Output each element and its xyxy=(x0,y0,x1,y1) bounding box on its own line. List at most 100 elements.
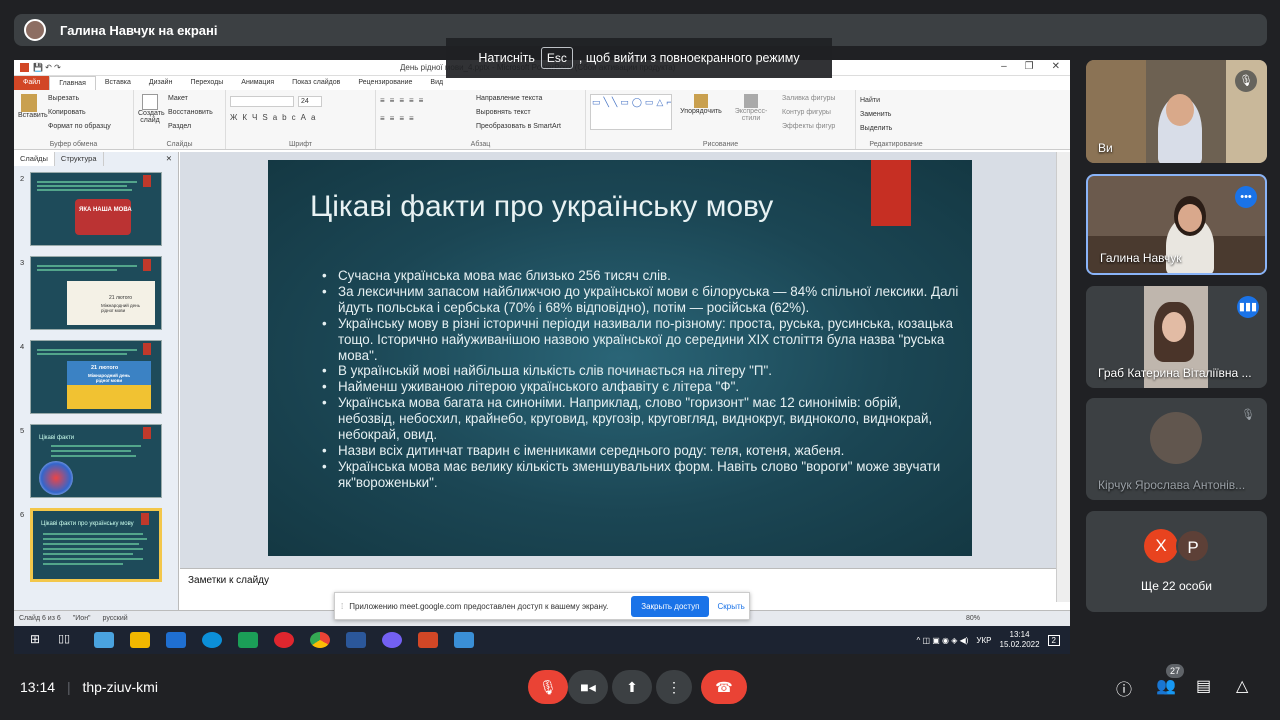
windows-start-icon[interactable]: ⊞ xyxy=(30,632,42,648)
mic-off-button[interactable]: 🎙 xyxy=(528,670,568,704)
more-options-icon[interactable]: ••• xyxy=(1235,186,1257,208)
theme-name: "Ион" xyxy=(72,615,91,622)
section-button[interactable]: Раздел xyxy=(168,120,213,134)
slide-counter: Слайд 6 из 6 xyxy=(19,615,61,622)
tab-transitions[interactable]: Переходы xyxy=(181,76,232,90)
quick-access-icon[interactable]: 💾 ↶ ↷ xyxy=(33,63,61,72)
participant-tile[interactable]: 🎙 Кірчук Ярослава Антонів... xyxy=(1086,398,1267,500)
shape-effects-button[interactable]: Эффекты фигур xyxy=(782,120,835,134)
zoom-level[interactable]: 80% xyxy=(966,615,980,622)
align-icons[interactable]: ≡≡≡≡ xyxy=(380,114,419,123)
info-icon[interactable]: ⓘ xyxy=(1116,676,1132,700)
more-options-button[interactable]: ⋮ xyxy=(656,670,692,704)
viber-icon[interactable] xyxy=(382,632,402,648)
slide-thumb[interactable]: 4 21 лютого Міжнародний день рідної мови xyxy=(14,340,174,418)
slide-thumb[interactable]: 3 21 лютого Міжнародний день рідної мови xyxy=(14,256,174,334)
app-icon[interactable] xyxy=(94,632,114,648)
tab-outline[interactable]: Структура xyxy=(55,152,104,166)
meeting-time-code: 13:14 | thp-ziuv-kmi xyxy=(20,679,158,695)
tab-view[interactable]: Вид xyxy=(421,76,452,90)
vertical-scrollbar[interactable] xyxy=(1056,152,1070,602)
tab-insert[interactable]: Вставка xyxy=(96,76,140,90)
more-participants-tile[interactable]: Х Р Ще 22 особи xyxy=(1086,511,1267,612)
smartart-button[interactable]: Преобразовать в SmartArt xyxy=(476,120,561,134)
explorer-icon[interactable] xyxy=(130,632,150,648)
minimize-icon[interactable]: – xyxy=(1001,61,1007,72)
present-button[interactable]: ⬆ xyxy=(612,670,652,704)
mail-icon[interactable] xyxy=(166,632,186,648)
opera-icon[interactable] xyxy=(274,632,294,648)
participant-tile-self[interactable]: 🎙 Ви xyxy=(1086,60,1267,163)
slide-thumb-selected[interactable]: 6 Цікаві факти про українську мову xyxy=(14,508,174,586)
language-indicator[interactable]: русский xyxy=(103,615,128,622)
copy-button[interactable]: Копировать xyxy=(48,106,111,120)
maximize-icon[interactable]: ❐ xyxy=(1025,61,1034,72)
thumb-text: Цікаві факти xyxy=(39,435,75,441)
shapes-gallery[interactable]: ▭╲╲▭◯▭△⌐⌐⌐↳⇨△⇩⌐◯⌐⌐ xyxy=(590,94,672,130)
current-slide[interactable]: Цікаві факти про українську мову Сучасна… xyxy=(268,160,972,556)
people-icon[interactable]: 👥 xyxy=(1156,676,1176,696)
tab-design[interactable]: Дизайн xyxy=(140,76,182,90)
quick-styles-button[interactable]: Экспресс-стили xyxy=(726,108,776,122)
photos-icon[interactable] xyxy=(454,632,474,648)
list-icons[interactable]: ≡≡≡≡≡ xyxy=(380,96,428,105)
font-size-input[interactable]: 24 xyxy=(298,96,322,107)
close-pane-icon[interactable]: ✕ xyxy=(160,152,178,166)
store-icon[interactable] xyxy=(238,632,258,648)
slide-thumb[interactable]: 5 Цікаві факти xyxy=(14,424,174,502)
select-button[interactable]: Выделить xyxy=(860,122,932,136)
slide-title: Цікаві факти про українську мову xyxy=(310,190,774,223)
font-name-input[interactable] xyxy=(230,96,294,107)
tab-review[interactable]: Рецензирование xyxy=(349,76,421,90)
hide-button[interactable]: Скрыть xyxy=(717,602,744,611)
shape-fill-button[interactable]: Заливка фигуры xyxy=(782,92,835,106)
cut-button[interactable]: Вырезать xyxy=(48,92,111,106)
close-icon[interactable]: ✕ xyxy=(1052,61,1060,72)
tab-animation[interactable]: Анимация xyxy=(232,76,283,90)
tab-home[interactable]: Главная xyxy=(49,76,96,90)
participant-name: Кірчук Ярослава Антонів... xyxy=(1098,478,1246,492)
stop-sharing-button[interactable]: Закрыть доступ xyxy=(631,595,710,617)
tray-icons[interactable]: ^ ◫ ▣ ◉ ◈ ◀) xyxy=(916,636,968,645)
participant-tile[interactable]: ▮▮▮ Граб Катерина Віталіївна ... xyxy=(1086,286,1267,388)
mic-off-icon: 🎙 xyxy=(1241,409,1255,421)
drag-handle-icon[interactable]: ⁞ xyxy=(341,602,343,611)
font-format-icons[interactable]: ЖКЧSabcAa xyxy=(230,113,371,122)
arrange-button[interactable]: Упорядочить xyxy=(678,108,724,115)
tab-file[interactable]: Файл xyxy=(14,76,50,90)
chat-icon[interactable]: ▤ xyxy=(1196,676,1211,696)
chrome-icon[interactable] xyxy=(310,632,330,648)
bullet-item: Сучасна українська мова має близько 256 … xyxy=(320,268,960,284)
participant-tile-presenter[interactable]: ••• Галина Навчук xyxy=(1086,174,1267,275)
notifications-icon[interactable]: 2 xyxy=(1047,634,1060,646)
group-label: Абзац xyxy=(470,141,491,148)
edge-icon[interactable] xyxy=(202,632,222,648)
thumb-text: 21 лютого xyxy=(109,295,133,301)
powerpoint-icon[interactable] xyxy=(418,632,438,648)
camera-button[interactable]: ■◂ xyxy=(568,670,608,704)
tab-slideshow[interactable]: Показ слайдов xyxy=(283,76,349,90)
paste-button[interactable]: Вставить xyxy=(18,112,48,119)
clock[interactable]: 13:14 15.02.2022 xyxy=(1000,630,1040,650)
leave-call-button[interactable]: ☎ xyxy=(701,670,747,704)
slide-thumb[interactable]: 2 ЯКА НАША МОВА xyxy=(14,172,174,250)
reset-button[interactable]: Восстановить xyxy=(168,106,213,120)
fullscreen-hint: Натисніть Esc , щоб вийти з повноекранно… xyxy=(446,38,832,78)
keyboard-language[interactable]: УКР xyxy=(976,636,991,645)
layout-button[interactable]: Макет xyxy=(168,92,213,106)
find-button[interactable]: Найти xyxy=(860,94,932,108)
bullet-item: Українську мову в різні історичні період… xyxy=(320,316,960,364)
activities-icon[interactable]: △ xyxy=(1236,676,1248,696)
shape-outline-button[interactable]: Контур фигуры xyxy=(782,106,835,120)
speaking-indicator-icon: ▮▮▮ xyxy=(1237,296,1259,318)
tab-slides[interactable]: Слайды xyxy=(14,152,55,166)
new-slide-button[interactable]: Создать слайд xyxy=(138,110,165,124)
task-view-icon[interactable]: ▯▯ xyxy=(58,632,78,648)
replace-button[interactable]: Заменить xyxy=(860,108,932,122)
format-painter-button[interactable]: Формат по образцу xyxy=(48,120,111,134)
text-direction-button[interactable]: Направление текста xyxy=(476,92,561,106)
participant-name: Граб Катерина Віталіївна ... xyxy=(1098,366,1252,380)
hint-text-end: , щоб вийти з повноекранного режиму xyxy=(578,51,800,65)
word-icon[interactable] xyxy=(346,632,366,648)
align-text-button[interactable]: Выровнять текст xyxy=(476,106,561,120)
